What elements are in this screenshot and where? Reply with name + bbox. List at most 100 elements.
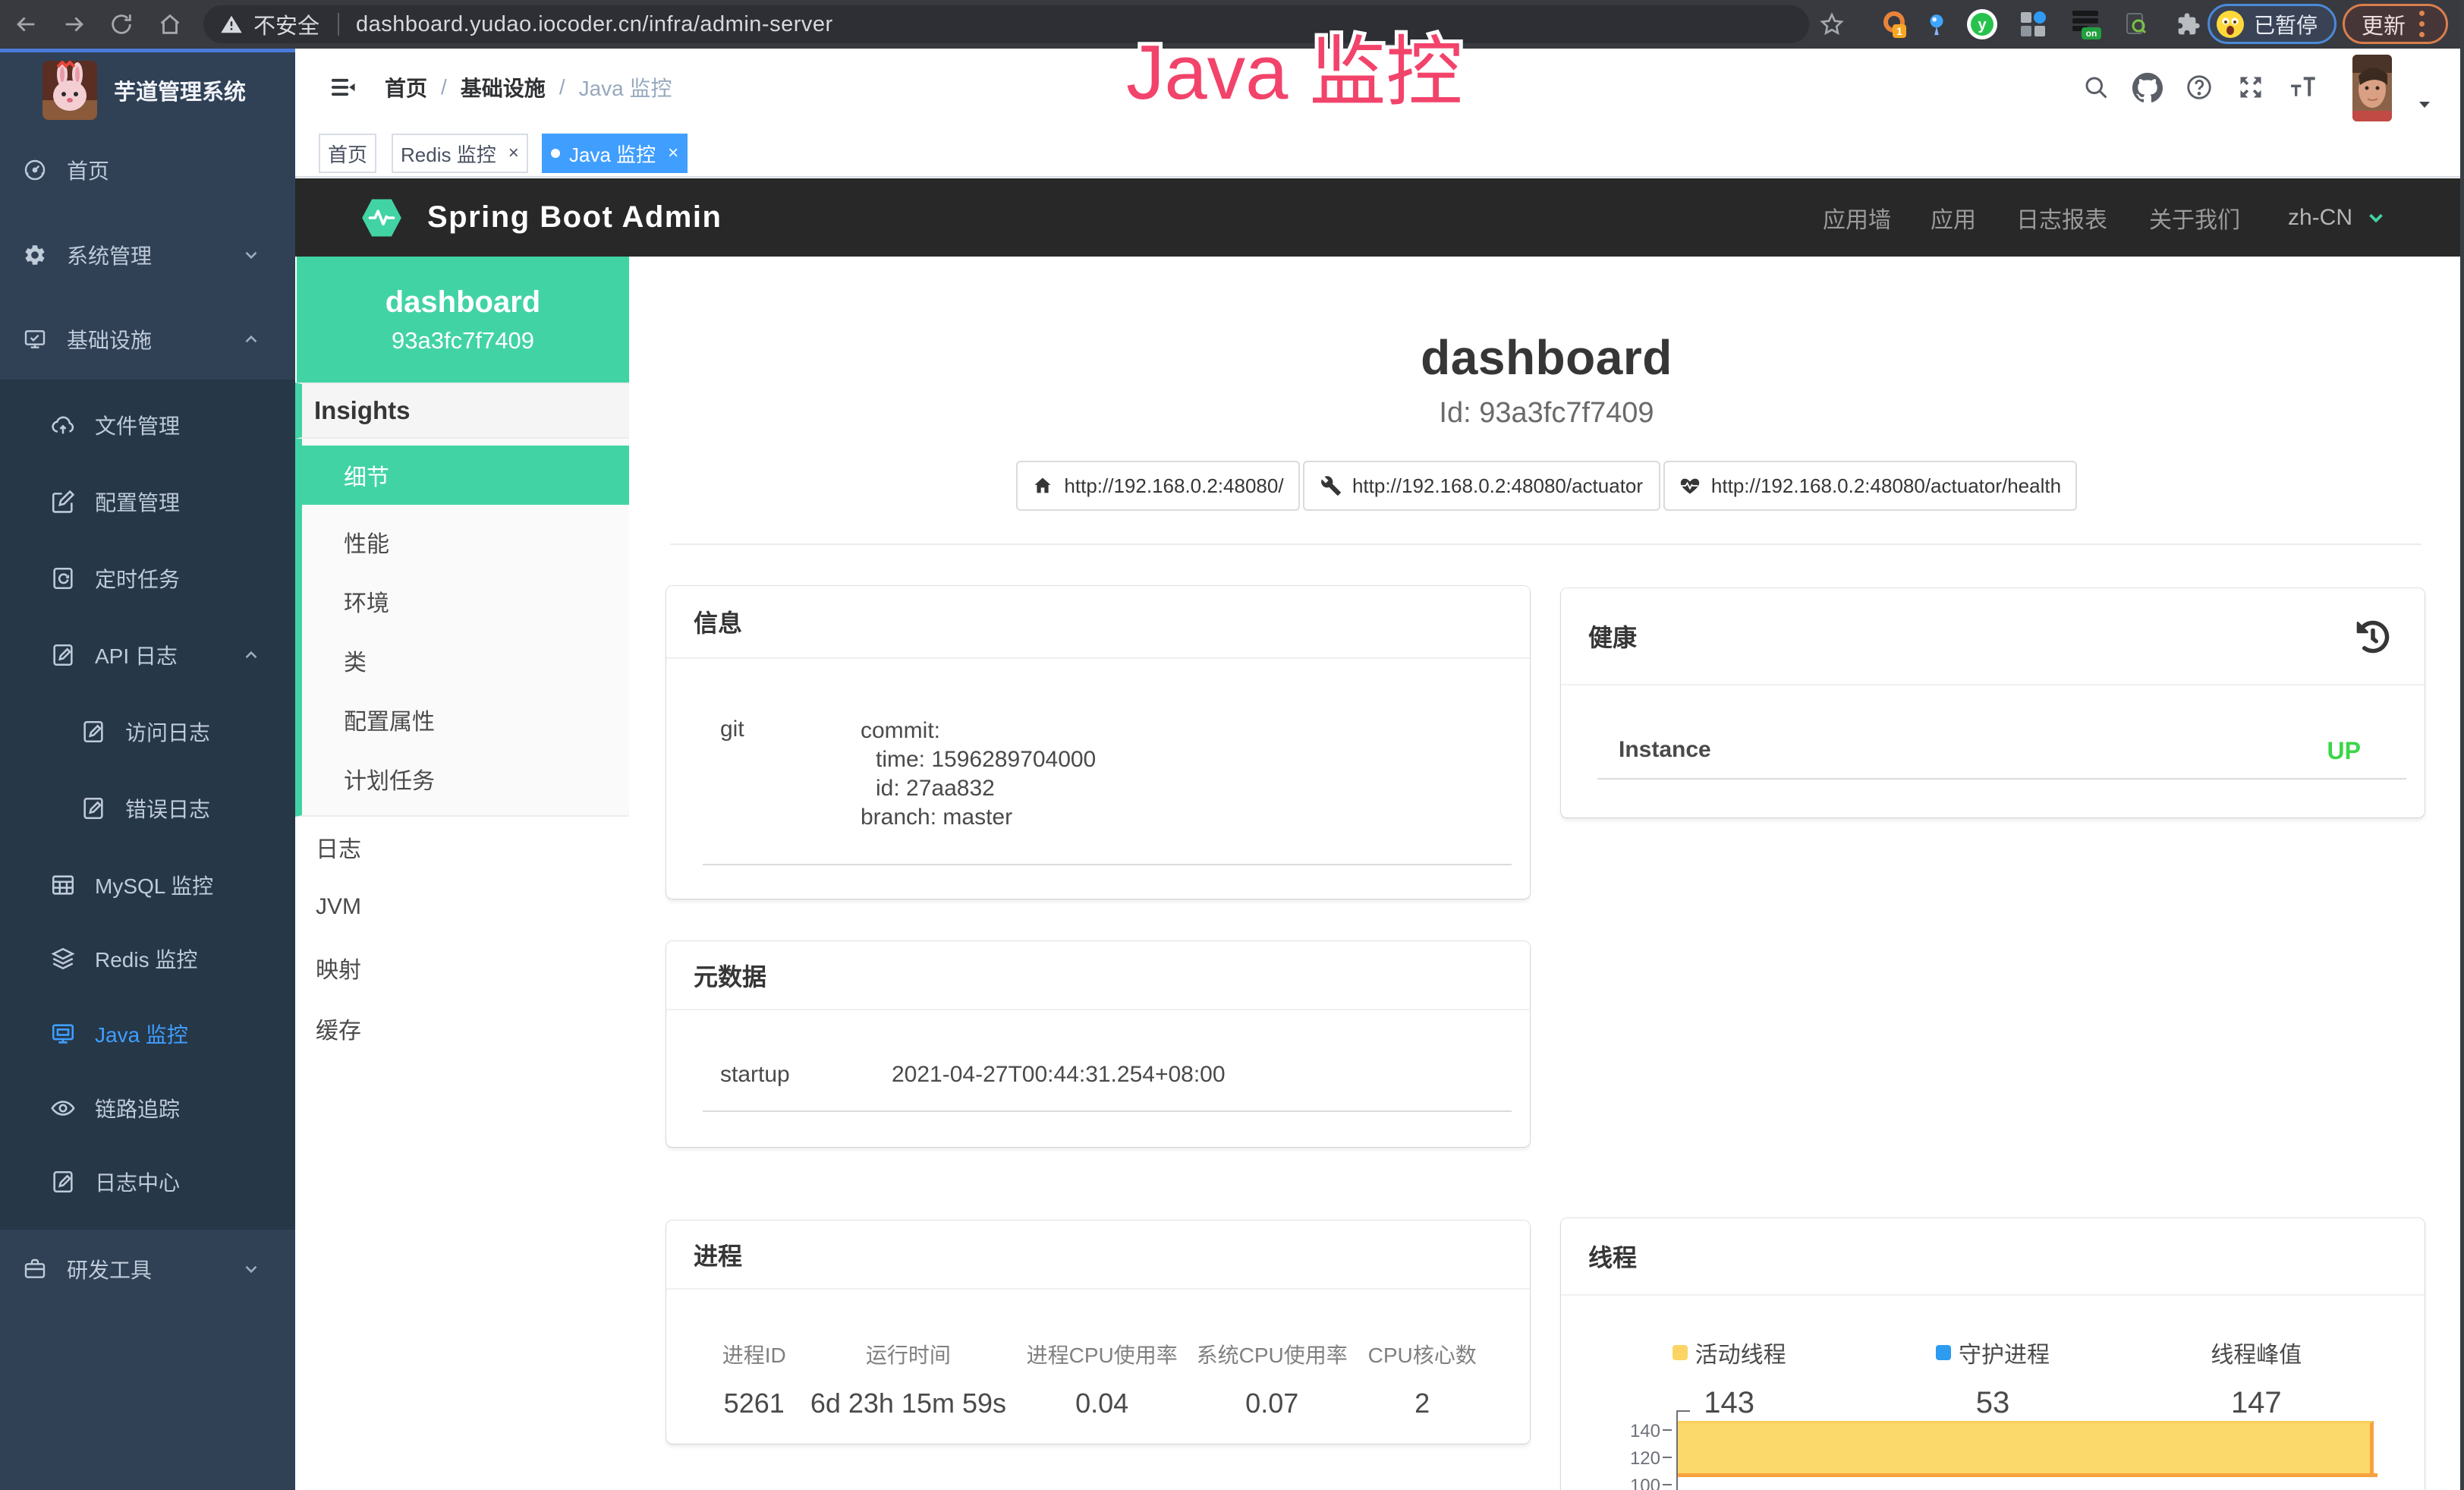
sba-menu-caches[interactable]: 缓存 xyxy=(295,999,629,1058)
browser-back-button[interactable] xyxy=(9,0,42,49)
metadata-card-title: 元数据 xyxy=(694,958,766,993)
font-size-icon[interactable] xyxy=(2281,49,2324,126)
search-icon[interactable] xyxy=(2075,49,2117,126)
instance-url-button[interactable]: http://192.168.0.2:48080/ xyxy=(1016,461,1300,511)
eye-icon xyxy=(50,1095,76,1121)
home-icon xyxy=(1032,475,1053,496)
sba-content: dashboard Id: 93a3fc7f7409 http://192.16… xyxy=(629,257,2464,1490)
legend-item-label: 守护进程 xyxy=(1861,1336,2124,1369)
help-icon[interactable] xyxy=(2178,49,2220,126)
breadcrumb-home[interactable]: 首页 xyxy=(385,72,427,102)
progress-strip xyxy=(0,49,295,52)
sidebar-item-infra[interactable]: 基础设施 xyxy=(0,301,295,377)
browser-update-button[interactable]: 更新 xyxy=(2343,4,2448,44)
sba-language-select[interactable]: zh-CN xyxy=(2288,178,2387,257)
sba-menu-metrics[interactable]: 性能 xyxy=(302,512,629,572)
sba-nav-applications[interactable]: 应用 xyxy=(1931,178,1976,257)
y-axis-tick xyxy=(1663,1457,1672,1458)
sidebar-item-job[interactable]: 定时任务 xyxy=(0,540,295,616)
profile-paused-badge[interactable]: 已暂停 xyxy=(2208,4,2337,44)
sidebar-item-redis[interactable]: Redis 监控 xyxy=(0,921,295,997)
sba-menu-config-props[interactable]: 配置属性 xyxy=(302,690,629,749)
sba-brand[interactable]: Spring Boot Admin xyxy=(358,178,722,257)
sba-nav-wallboard[interactable]: 应用墙 xyxy=(1823,178,1891,257)
browser-home-button[interactable] xyxy=(153,0,187,49)
actuator-url-button[interactable]: http://192.168.0.2:48080/actuator xyxy=(1303,461,1660,511)
caret-down-icon[interactable] xyxy=(2415,96,2434,114)
admin-sidebar: 芋道管理系统 首页 系统管理 基础设施 文件管理 配置管理 定时任务 xyxy=(0,49,295,1490)
sidebar-item-access-log[interactable]: 访问日志 xyxy=(0,694,295,770)
browser-reload-button[interactable] xyxy=(105,0,138,49)
sba-menu-details[interactable]: 细节 xyxy=(302,446,629,505)
history-icon[interactable] xyxy=(2356,620,2390,654)
sba-menu-jvm[interactable]: JVM xyxy=(295,877,629,937)
address-bar[interactable]: 不安全 dashboard.yudao.iocoder.cn/infra/adm… xyxy=(203,5,1809,43)
monitor-icon xyxy=(50,1021,76,1047)
extension-pin-icon[interactable] xyxy=(1921,0,1952,49)
sba-nav-about[interactable]: 关于我们 xyxy=(2149,178,2240,257)
extension-grid-icon[interactable] xyxy=(2017,0,2049,49)
annotation-java-monitor: Java 监控 xyxy=(1126,11,1462,121)
extension-green-circle-icon[interactable]: y xyxy=(1965,0,1999,49)
sidebar-item-devtools[interactable]: 研发工具 xyxy=(0,1231,295,1307)
layers-icon xyxy=(50,946,76,972)
chevron-down-icon xyxy=(241,245,261,265)
extensions-puzzle-icon[interactable] xyxy=(2172,0,2205,49)
sba-nav-journal[interactable]: 日志报表 xyxy=(2016,178,2107,257)
sidebar-item-mysql[interactable]: MySQL 监控 xyxy=(0,847,295,923)
screen: 不安全 dashboard.yudao.iocoder.cn/infra/adm… xyxy=(0,0,2464,1490)
git-line: time: 1596289704000 xyxy=(861,745,1096,774)
sidebar-item-java-monitor[interactable]: Java 监控 xyxy=(0,996,295,1072)
extension-orange-icon[interactable]: 1 xyxy=(1877,0,1911,49)
close-tab-icon[interactable]: × xyxy=(508,144,519,162)
sba-menu-mappings[interactable]: 映射 xyxy=(295,938,629,997)
git-line: id: 27aa832 xyxy=(861,774,1096,803)
sidebar-item-trace[interactable]: 链路追踪 xyxy=(0,1070,295,1146)
sba-sidebar: dashboard 93a3fc7f7409 Insights 细节 性能 环境… xyxy=(295,257,629,1490)
home-icon xyxy=(157,11,183,37)
tab-java-monitor[interactable]: Java 监控× xyxy=(542,134,688,173)
profile-emoji-avatar xyxy=(2216,10,2245,39)
sidebar-item-home[interactable]: 首页 xyxy=(0,132,295,208)
not-secure-label: 不安全 xyxy=(253,8,319,40)
sba-menu-logs[interactable]: 日志 xyxy=(295,817,629,877)
fullscreen-icon[interactable] xyxy=(2230,49,2272,126)
sidebar-item-system[interactable]: 系统管理 xyxy=(0,217,295,293)
sba-menu-environment[interactable]: 环境 xyxy=(302,572,629,631)
bookmark-star-icon[interactable] xyxy=(1817,0,1847,49)
chart-area-live-threads xyxy=(1678,1421,2374,1473)
instance-title: dashboard xyxy=(629,329,2464,386)
divider xyxy=(670,543,2422,545)
sba-menu-classes[interactable]: 类 xyxy=(302,631,629,690)
reload-icon xyxy=(109,11,134,37)
sidebar-item-error-log[interactable]: 错误日志 xyxy=(0,770,295,846)
sidebar-item-log-center[interactable]: 日志中心 xyxy=(0,1144,295,1220)
hamburger-icon[interactable] xyxy=(322,66,364,109)
health-url-button[interactable]: http://192.168.0.2:48080/actuator/health xyxy=(1663,461,2077,511)
metadata-card: 元数据 startup 2021-04-27T00:44:31.254+08:0… xyxy=(666,941,1530,1147)
browser-menu-icon[interactable] xyxy=(2419,11,2425,37)
sidebar-item-file[interactable]: 文件管理 xyxy=(0,387,295,463)
sba-menu-scheduled-tasks[interactable]: 计划任务 xyxy=(302,749,629,808)
extension-on-badge-icon[interactable]: on xyxy=(2069,0,2104,49)
extension-search-doc-icon[interactable] xyxy=(2120,0,2151,49)
y-axis-label: 140 xyxy=(1577,1421,1660,1442)
app-logo-image xyxy=(42,61,97,120)
browser-forward-button[interactable] xyxy=(58,0,91,49)
sba-instance-header: dashboard 93a3fc7f7409 xyxy=(297,257,629,383)
heartbeat-icon xyxy=(1679,475,1701,496)
window-edge xyxy=(2460,0,2464,1490)
table-row-divider xyxy=(703,1110,1512,1112)
sidebar-item-config[interactable]: 配置管理 xyxy=(0,464,295,540)
cloud-upload-icon xyxy=(50,412,76,438)
sba-insights-label: Insights xyxy=(295,383,629,439)
process-table-row: 进程ID 运行时间 进程CPU使用率 系统CPU使用率 CPU核心数 xyxy=(703,1339,1493,1369)
sidebar-item-api-log[interactable]: API 日志 xyxy=(0,617,295,693)
github-icon[interactable] xyxy=(2126,49,2169,126)
sba-navbar: Spring Boot Admin 应用墙 应用 日志报表 关于我们 zh-CN xyxy=(295,178,2464,257)
user-avatar[interactable] xyxy=(2352,55,2392,121)
close-tab-icon[interactable]: × xyxy=(668,144,678,162)
tab-redis-monitor[interactable]: Redis 监控× xyxy=(392,134,528,173)
breadcrumb-infra[interactable]: 基础设施 xyxy=(461,72,546,102)
tab-home[interactable]: 首页 xyxy=(319,134,376,173)
